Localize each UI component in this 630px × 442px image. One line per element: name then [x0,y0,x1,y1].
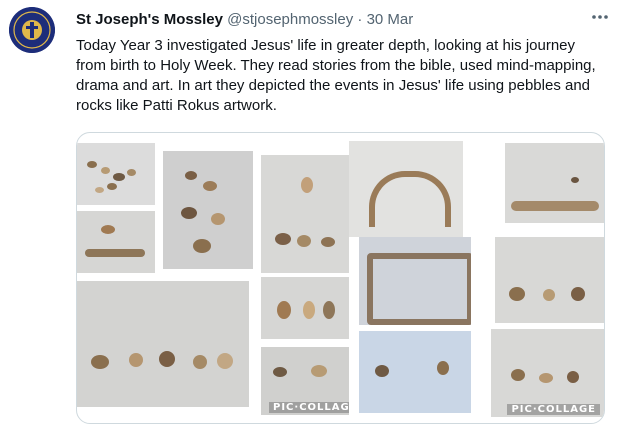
collage-photo[interactable] [77,143,155,205]
collage-photo[interactable] [505,143,604,223]
collage-photo[interactable] [163,151,253,269]
collage-photo[interactable] [261,277,349,339]
user-handle[interactable]: @stjosephmossley [227,11,353,28]
tweet-text: Today Year 3 investigated Jesus' life in… [76,37,596,114]
collage-photo[interactable] [359,237,471,325]
watermark-label: PIC·COLLAGE [507,404,600,415]
tweet-date[interactable]: 30 Mar [367,11,414,28]
display-name[interactable]: St Joseph's Mossley [76,11,223,28]
collage-photo[interactable] [359,331,471,413]
avatar[interactable] [9,7,55,53]
collage-photo[interactable] [77,281,249,407]
collage-photo[interactable]: PIC·COLLAGE [261,347,349,415]
collage-photo[interactable] [261,155,349,273]
collage-photo[interactable] [349,141,463,237]
photo-collage[interactable]: PIC·COLLAGE PIC·COLLAGE [76,132,605,424]
collage-photo[interactable] [77,211,155,273]
more-horizontal-icon[interactable] [588,8,612,26]
collage-photo[interactable] [495,237,604,323]
watermark-label: PIC·COLLAGE [269,402,349,413]
collage-photo[interactable]: PIC·COLLAGE [491,329,604,417]
tweet-header: St Joseph's Mossley @stjosephmossley · 3… [76,11,600,31]
separator-dot: · [357,11,363,28]
school-crest-icon [9,7,55,53]
